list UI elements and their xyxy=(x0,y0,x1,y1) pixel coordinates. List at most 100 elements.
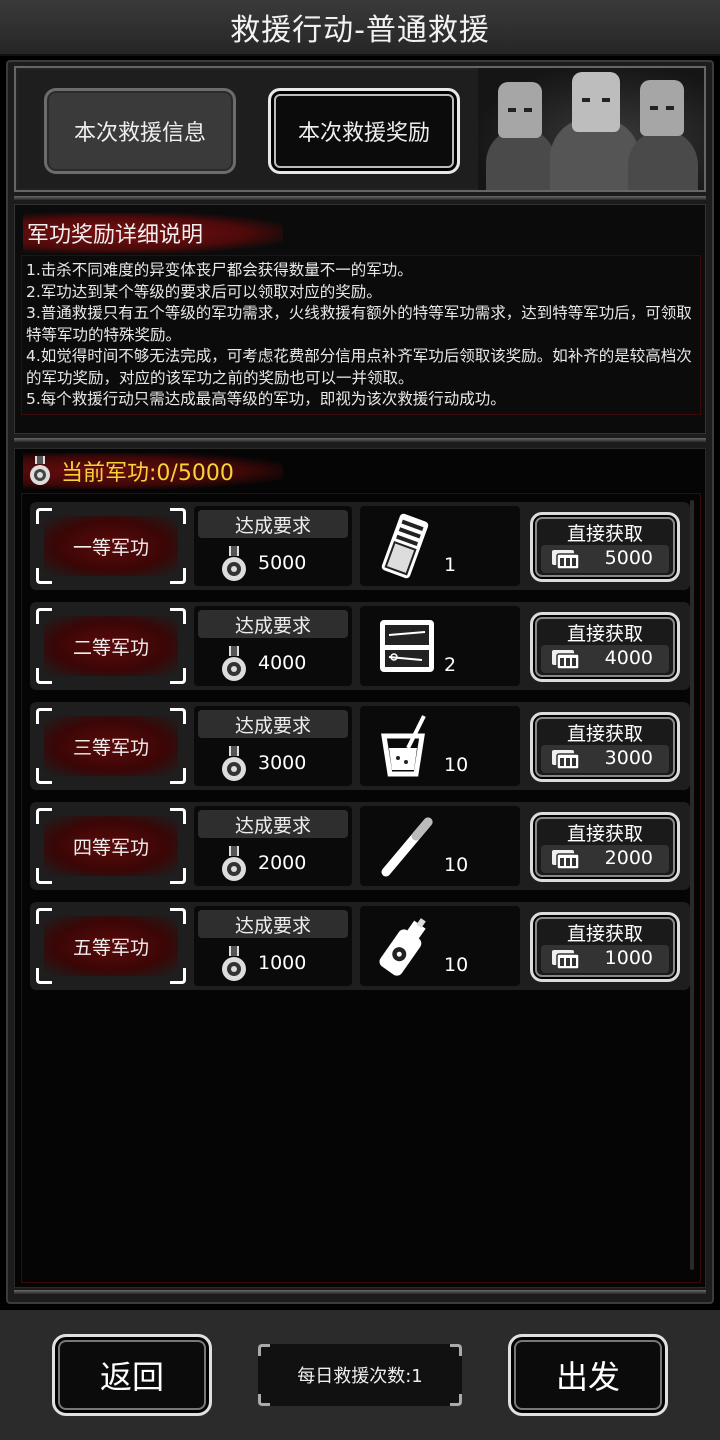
requirement-value: 4000 xyxy=(258,652,307,674)
price-value: 1000 xyxy=(604,947,653,969)
buy-directly-button[interactable]: 直接获取 2000 xyxy=(530,812,680,882)
medal-icon xyxy=(222,546,246,581)
buy-directly-label: 直接获取 xyxy=(566,923,643,945)
reward-quantity: 10 xyxy=(444,954,469,976)
page-title: 救援行动-普通救援 xyxy=(230,13,490,48)
price-value: 5000 xyxy=(604,547,653,569)
cigarette-icon xyxy=(381,817,433,877)
merit-reward-list-panel: 当前军功:0/5000 一等军功 达成要求 5000 1 直接获取 5000 二… xyxy=(14,448,706,1288)
merit-grade-badge: 二等军功 xyxy=(36,608,186,684)
price-value: 4000 xyxy=(604,647,653,669)
price-value: 3000 xyxy=(604,747,653,769)
depart-button[interactable]: 出发 xyxy=(508,1334,668,1416)
requirement-value: 3000 xyxy=(258,752,307,774)
requirement-value: 5000 xyxy=(258,552,307,574)
divider xyxy=(14,438,706,442)
requirement-value: 1000 xyxy=(258,952,307,974)
first-aid-kit-icon xyxy=(381,513,429,579)
buy-directly-button[interactable]: 直接获取 4000 xyxy=(530,612,680,682)
explanation-heading-banner: 军功奖励详细说明 xyxy=(23,213,283,253)
current-merit-banner: 当前军功:0/5000 xyxy=(23,453,283,489)
medal-icon xyxy=(222,746,246,781)
buy-directly-label: 直接获取 xyxy=(566,523,643,545)
price-value: 2000 xyxy=(604,847,653,869)
requirement-title: 达成要求 xyxy=(198,610,348,638)
explanation-text: 1.击杀不同难度的异变体丧尸都会获得数量不一的军功。 2.军功达到某个等级的要求… xyxy=(21,255,701,415)
requirement-box: 达成要求 5000 xyxy=(194,506,352,586)
divider xyxy=(14,1290,706,1294)
price-bar: 3000 xyxy=(541,745,669,773)
requirement-box: 达成要求 4000 xyxy=(194,606,352,686)
buy-directly-label: 直接获取 xyxy=(566,623,643,645)
credit-card-icon xyxy=(552,750,580,770)
reward-quantity: 10 xyxy=(444,854,469,876)
reward-box: 2 xyxy=(360,606,520,686)
price-bar: 2000 xyxy=(541,845,669,873)
requirement-value: 2000 xyxy=(258,852,307,874)
medal-icon xyxy=(30,456,50,485)
daily-rescue-count-label: 每日救援次数:1 xyxy=(297,1366,423,1387)
merit-row-5: 五等军功 达成要求 1000 10 直接获取 1000 xyxy=(30,902,690,990)
requirement-box: 达成要求 2000 xyxy=(194,806,352,886)
medal-icon xyxy=(222,946,246,981)
reward-box: 1 xyxy=(360,506,520,586)
reward-quantity: 2 xyxy=(444,654,457,676)
credit-card-icon xyxy=(552,850,580,870)
current-merit-text: 当前军功:0/5000 xyxy=(61,461,234,486)
bottom-bar: 返回 每日救援次数:1 出发 xyxy=(0,1310,720,1440)
reward-explanation-panel: 军功奖励详细说明 1.击杀不同难度的异变体丧尸都会获得数量不一的军功。 2.军功… xyxy=(14,204,706,434)
price-bar: 1000 xyxy=(541,945,669,973)
reward-quantity: 10 xyxy=(444,754,469,776)
explanation-line: 4.如觉得时间不够无法完成，可考虑花费部分信用点补齐军功后领取该奖励。如补齐的是… xyxy=(26,347,692,387)
back-button-label: 返回 xyxy=(99,1358,164,1396)
tab-rescue-info[interactable]: 本次救援信息 xyxy=(44,88,236,174)
merit-grade-label: 五等军功 xyxy=(72,936,149,959)
requirement-box: 达成要求 1000 xyxy=(194,906,352,986)
merit-grade-badge: 五等军功 xyxy=(36,908,186,984)
requirement-title: 达成要求 xyxy=(198,710,348,738)
back-button[interactable]: 返回 xyxy=(52,1334,212,1416)
price-bar: 4000 xyxy=(541,645,669,673)
requirement-title: 达成要求 xyxy=(198,810,348,838)
buy-directly-button[interactable]: 直接获取 3000 xyxy=(530,712,680,782)
explanation-line: 2.军功达到某个等级的要求后可以领取对应的奖励。 xyxy=(26,282,382,301)
buy-directly-button[interactable]: 直接获取 5000 xyxy=(530,512,680,582)
merit-grade-badge: 三等军功 xyxy=(36,708,186,784)
surgical-kit-icon xyxy=(380,620,434,672)
depart-button-label: 出发 xyxy=(555,1358,620,1396)
merit-row-2: 二等军功 达成要求 4000 2 直接获取 4000 xyxy=(30,602,690,690)
buy-directly-label: 直接获取 xyxy=(566,823,643,845)
price-bar: 5000 xyxy=(541,545,669,573)
credit-card-icon xyxy=(552,550,580,570)
buy-directly-label: 直接获取 xyxy=(566,723,643,745)
characters-illustration xyxy=(478,68,704,190)
list-scrollbar[interactable] xyxy=(690,500,694,1270)
tab-rescue-info-label: 本次救援信息 xyxy=(73,121,206,146)
reward-box: 10 xyxy=(360,706,520,786)
reward-quantity: 1 xyxy=(444,554,457,576)
merit-grade-label: 三等军功 xyxy=(72,736,149,759)
reward-box: 10 xyxy=(360,906,520,986)
requirement-title: 达成要求 xyxy=(198,510,348,538)
requirement-title: 达成要求 xyxy=(198,910,348,938)
drink-cup-icon xyxy=(381,715,426,777)
daily-rescue-count: 每日救援次数:1 xyxy=(258,1344,462,1406)
merit-list[interactable]: 一等军功 达成要求 5000 1 直接获取 5000 二等军功 达成要求 400… xyxy=(21,493,701,1283)
explanation-line: 1.击杀不同难度的异变体丧尸都会获得数量不一的军功。 xyxy=(26,261,413,279)
merit-grade-label: 四等军功 xyxy=(72,836,149,859)
merit-grade-badge: 四等军功 xyxy=(36,808,186,884)
divider xyxy=(14,196,706,200)
title-bar: 救援行动-普通救援 xyxy=(0,0,720,56)
merit-row-3: 三等军功 达成要求 3000 10 直接获取 3000 xyxy=(30,702,690,790)
merit-row-1: 一等军功 达成要求 5000 1 直接获取 5000 xyxy=(30,502,690,590)
medal-icon xyxy=(222,646,246,681)
tab-rescue-reward[interactable]: 本次救援奖励 xyxy=(268,88,460,174)
tab-panel: 本次救援信息 本次救援奖励 xyxy=(14,66,706,192)
explanation-heading: 军功奖励详细说明 xyxy=(27,223,204,248)
spray-bottle-icon xyxy=(379,918,426,976)
explanation-line: 3.普通救援只有五个等级的军功需求，火线救援有额外的特等军功需求，达到特等军功后… xyxy=(26,304,692,344)
credit-card-icon xyxy=(552,650,580,670)
buy-directly-button[interactable]: 直接获取 1000 xyxy=(530,912,680,982)
merit-row-4: 四等军功 达成要求 2000 10 直接获取 2000 xyxy=(30,802,690,890)
merit-grade-badge: 一等军功 xyxy=(36,508,186,584)
